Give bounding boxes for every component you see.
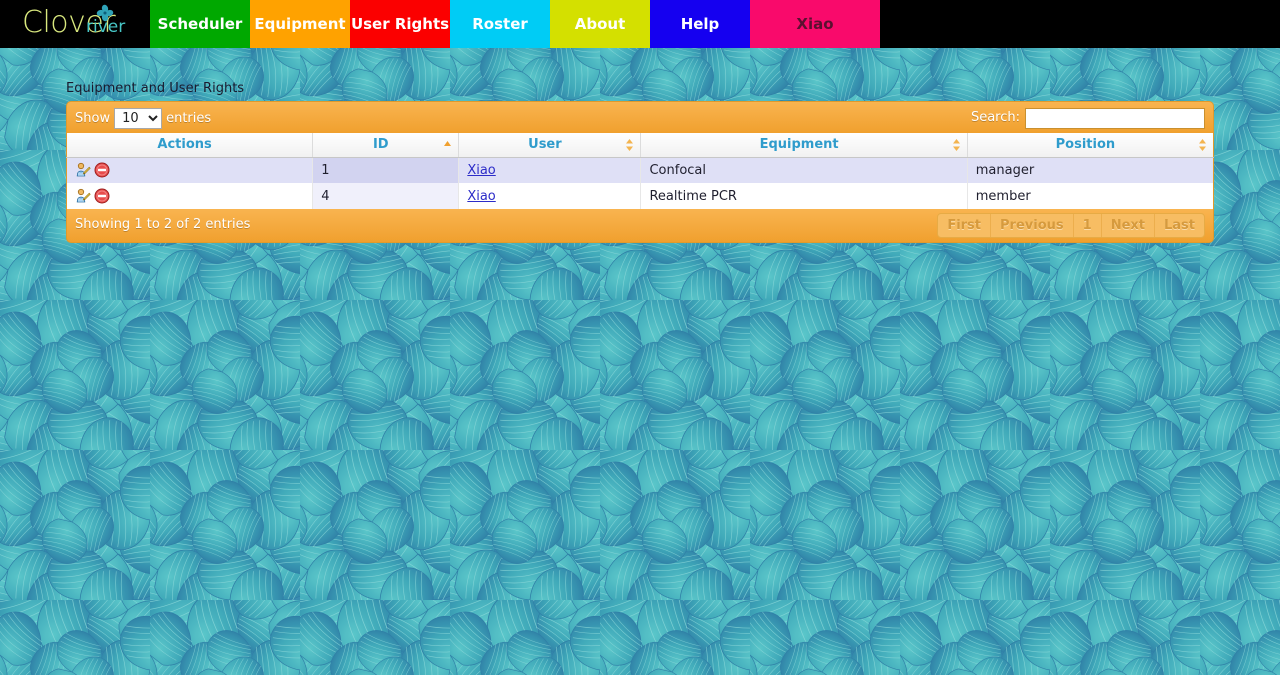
nav-item-scheduler[interactable]: Scheduler <box>150 0 250 48</box>
cell-id: 1 <box>313 157 459 183</box>
nav-item-roster[interactable]: Roster <box>450 0 550 48</box>
nav-label: Roster <box>472 15 528 33</box>
sort-ascending-icon <box>443 138 452 152</box>
pagination-button-last: Last <box>1155 214 1204 237</box>
table-body: 1 Xiao Confocalmanager 4 Xiao Realtime PCRmem… <box>67 157 1214 209</box>
cell-position: manager <box>967 157 1213 183</box>
equipment-user-rights-table: Actions ID User Equipment Position 1 Xiao Conf… <box>66 133 1214 209</box>
table-row: 4 Xiao Realtime PCRmember <box>67 183 1214 209</box>
page-length-control: Show 102550100 entries <box>75 108 211 129</box>
user-link[interactable]: Xiao <box>467 163 495 178</box>
column-header-user[interactable]: User <box>459 133 641 157</box>
nav-label: Scheduler <box>158 15 243 33</box>
nav-label: Xiao <box>796 15 833 33</box>
cell-equipment: Confocal <box>641 157 967 183</box>
page-title: Equipment and User Rights <box>66 81 244 96</box>
action-icon-group <box>75 188 304 204</box>
column-header-label: Position <box>1056 137 1116 152</box>
cell-actions <box>67 183 313 209</box>
pagination-controls[interactable]: FirstPrevious1NextLast <box>937 213 1205 238</box>
site-logo[interactable]: Clover river <box>0 0 150 48</box>
search-label: Search: <box>971 107 1020 129</box>
nav-filler <box>880 0 1280 48</box>
delete-icon[interactable] <box>94 162 110 178</box>
pagination-button-first: First <box>938 214 991 237</box>
column-header-id[interactable]: ID <box>313 133 459 157</box>
sort-both-icon <box>625 138 634 152</box>
nav-label: Help <box>681 15 720 33</box>
nav-item-equipment[interactable]: Equipment <box>250 0 350 48</box>
sort-both-icon <box>1198 138 1207 152</box>
sort-both-icon <box>952 138 961 152</box>
nav-label: About <box>575 15 626 33</box>
pagination-button-1[interactable]: 1 <box>1074 214 1102 237</box>
column-header-label: ID <box>373 137 389 152</box>
action-icon-group <box>75 162 304 178</box>
table-info-text: Showing 1 to 2 of 2 entries <box>75 217 250 232</box>
cell-equipment: Realtime PCR <box>641 183 967 209</box>
table-row: 1 Xiao Confocalmanager <box>67 157 1214 183</box>
table-head: Actions ID User Equipment Position <box>67 133 1214 157</box>
pagination-button-next: Next <box>1102 214 1155 237</box>
page-length-select[interactable]: 102550100 <box>114 108 162 129</box>
datatable-top-controls: Show 102550100 entries Search: <box>66 101 1214 133</box>
datatable-wrapper: Show 102550100 entries Search: Actions ID… <box>66 101 1214 243</box>
column-header-actions[interactable]: Actions <box>67 133 313 157</box>
column-header-label: Actions <box>157 137 211 152</box>
show-label: Show <box>75 109 110 129</box>
cell-user: Xiao <box>459 157 641 183</box>
cell-id: 4 <box>313 183 459 209</box>
user-link[interactable]: Xiao <box>467 189 495 204</box>
edit-user-icon[interactable] <box>75 188 91 204</box>
column-header-label: Equipment <box>760 137 839 152</box>
cell-actions <box>67 157 313 183</box>
nav-label: User Rights <box>351 15 449 33</box>
edit-user-icon[interactable] <box>75 162 91 178</box>
search-input[interactable] <box>1025 108 1205 129</box>
column-header-equipment[interactable]: Equipment <box>641 133 967 157</box>
cell-user: Xiao <box>459 183 641 209</box>
nav-label: Equipment <box>254 15 345 33</box>
column-header-label: User <box>528 137 562 152</box>
nav-item-user-xiao[interactable]: Xiao <box>750 0 880 48</box>
logo-text-river: river <box>86 18 125 37</box>
nav-item-user-rights[interactable]: User Rights <box>350 0 450 48</box>
table-header-row: Actions ID User Equipment Position <box>67 133 1214 157</box>
column-header-position[interactable]: Position <box>967 133 1213 157</box>
top-navigation-bar: Clover river Scheduler Equipment User Ri… <box>0 0 1280 48</box>
delete-icon[interactable] <box>94 188 110 204</box>
entries-label: entries <box>166 109 211 129</box>
pagination-button-previous: Previous <box>991 214 1074 237</box>
datatable-bottom-controls: Showing 1 to 2 of 2 entries FirstPreviou… <box>66 209 1214 243</box>
nav-item-about[interactable]: About <box>550 0 650 48</box>
search-control: Search: <box>971 107 1205 129</box>
nav-item-help[interactable]: Help <box>650 0 750 48</box>
cell-position: member <box>967 183 1213 209</box>
